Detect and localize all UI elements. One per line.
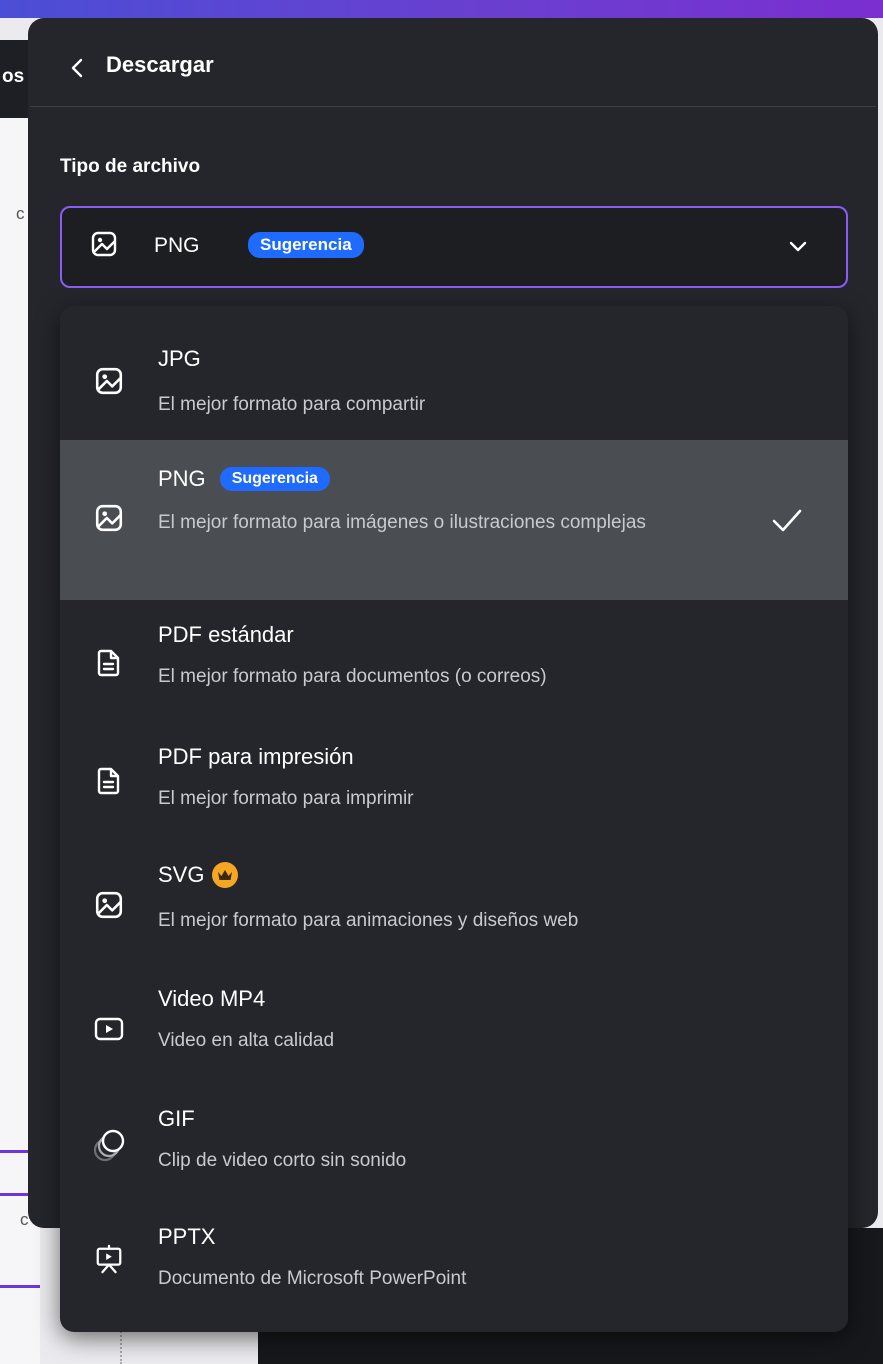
option-description: El mejor formato para imprimir xyxy=(158,788,414,809)
option-title: PDF estándar xyxy=(158,622,294,647)
option-description: El mejor formato para animaciones y dise… xyxy=(158,910,579,931)
timeline-track-line xyxy=(0,1285,40,1288)
option-title: Video MP4 xyxy=(158,986,266,1011)
app-top-bar xyxy=(0,0,883,18)
document-icon xyxy=(97,649,120,677)
video-icon xyxy=(94,1017,124,1041)
canvas-text-fragment: c xyxy=(16,204,25,223)
chevron-down-icon xyxy=(789,241,807,252)
select-value: PNG xyxy=(154,234,200,257)
file-type-label: Tipo de archivo xyxy=(60,156,201,177)
image-icon xyxy=(95,504,123,532)
suggestion-badge: Sugerencia xyxy=(248,232,364,258)
option-jpg[interactable]: JPG El mejor formato para compartir xyxy=(60,306,848,440)
option-pdf-standard[interactable]: PDF estándar El mejor formato para docum… xyxy=(60,600,848,718)
document-icon xyxy=(97,767,120,795)
option-description: El mejor formato para imágenes o ilustra… xyxy=(158,512,646,533)
suggestion-badge: Sugerencia xyxy=(219,467,330,491)
back-button[interactable] xyxy=(66,54,88,82)
option-title: PPTX xyxy=(158,1224,216,1249)
option-title: SVG xyxy=(158,862,239,888)
option-pdf-print[interactable]: PDF para impresión El mejor formato para… xyxy=(60,718,848,840)
presentation-icon xyxy=(96,1244,122,1274)
panel-title: Descargar xyxy=(106,52,214,77)
gif-icon xyxy=(93,1129,125,1162)
chevron-left-icon xyxy=(71,58,83,78)
option-description: El mejor formato para compartir xyxy=(158,394,426,415)
option-title: PDF para impresión xyxy=(158,744,354,769)
option-title: PNG Sugerencia xyxy=(158,466,330,492)
panel-header: Descargar xyxy=(28,18,878,108)
file-type-dropdown: JPG El mejor formato para compartir PNG … xyxy=(60,306,848,1332)
option-title: JPG xyxy=(158,346,201,371)
divider xyxy=(30,106,876,107)
option-description: Clip de video corto sin sonido xyxy=(158,1150,407,1171)
option-gif[interactable]: GIF Clip de video corto sin sonido xyxy=(60,1080,848,1200)
option-png[interactable]: PNG Sugerencia El mejor formato para imá… xyxy=(60,440,848,600)
image-icon xyxy=(95,367,123,395)
timeline-marker xyxy=(120,1328,122,1364)
option-mp4[interactable]: Video MP4 Video en alta calidad xyxy=(60,962,848,1080)
option-description: Video en alta calidad xyxy=(158,1030,335,1051)
file-type-select[interactable]: PNG Sugerencia xyxy=(60,206,848,288)
option-svg[interactable]: SVG El mejor formato para animaciones y … xyxy=(60,840,848,962)
check-icon xyxy=(772,509,802,532)
option-title: GIF xyxy=(158,1106,195,1131)
option-description: El mejor formato para documentos (o corr… xyxy=(158,666,547,687)
crown-icon xyxy=(212,862,239,888)
option-description: Documento de Microsoft PowerPoint xyxy=(158,1268,467,1289)
image-icon xyxy=(95,891,123,919)
toolbar-text-fragment: os xyxy=(2,66,25,87)
option-pptx[interactable]: PPTX Documento de Microsoft PowerPoint xyxy=(60,1200,848,1332)
image-icon xyxy=(91,231,117,257)
